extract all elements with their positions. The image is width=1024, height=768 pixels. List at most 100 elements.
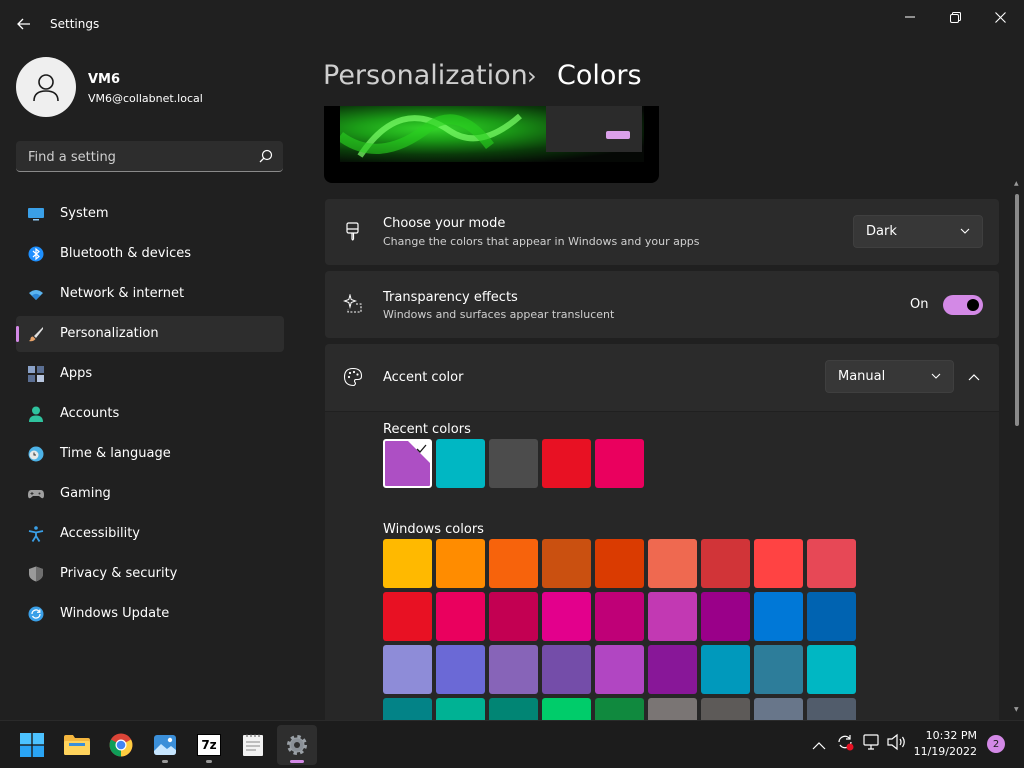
windows-color-swatch[interactable] [383,645,432,694]
transparency-title: Transparency effects [383,290,518,305]
paintbrush-icon [29,327,43,342]
breadcrumb-parent[interactable]: Personalization [323,60,528,91]
folder-icon [64,735,90,755]
taskbar-chrome[interactable] [101,725,141,765]
accent-dropdown[interactable]: Manual [825,360,954,393]
windows-color-swatch[interactable] [436,645,485,694]
accent-panel: Recent colors Windows colors [325,412,999,747]
windows-color-swatch[interactable] [383,592,432,641]
windows-color-swatch[interactable] [701,645,750,694]
taskbar-7zip[interactable]: 7z [189,725,229,765]
windows-color-swatch[interactable] [754,645,803,694]
minimize-button[interactable] [888,4,932,30]
taskbar-settings[interactable] [277,725,317,765]
windows-color-swatch[interactable] [542,592,591,641]
recent-color-swatch[interactable] [436,439,485,488]
sidebar-item-gaming[interactable]: Gaming [16,476,284,512]
content-scrollbar[interactable]: ▲ ▼ [1014,180,1020,718]
chevron-down-icon [931,373,941,379]
recent-colors-label: Recent colors [383,422,471,437]
network-tray-button[interactable] [862,733,880,755]
preview-accent-button [606,131,630,139]
sidebar-item-accessibility[interactable]: Accessibility [16,516,284,552]
sidebar-item-label: Network & internet [60,286,185,301]
sidebar-item-accounts[interactable]: Accounts [16,396,284,432]
windows-color-swatch[interactable] [648,539,697,588]
windows-color-swatch[interactable] [754,539,803,588]
windows-color-swatch[interactable] [383,539,432,588]
windows-color-swatch[interactable] [489,592,538,641]
windows-color-swatch[interactable] [807,539,856,588]
windows-color-swatch[interactable] [701,539,750,588]
windows-color-swatch[interactable] [595,645,644,694]
collapse-button[interactable] [961,364,987,390]
recent-color-swatch[interactable] [383,439,432,488]
restore-button[interactable] [933,4,977,30]
transparency-state-label: On [910,297,929,312]
sidebar-item-network[interactable]: Network & internet [16,276,284,312]
windows-color-swatch[interactable] [648,592,697,641]
taskbar-photos[interactable] [145,725,185,765]
search-icon[interactable] [259,149,273,163]
sidebar-item-system[interactable]: System [16,196,284,232]
scroll-up-icon[interactable]: ▲ [1014,180,1019,187]
mode-dropdown[interactable]: Dark [853,215,983,248]
windows-color-swatch[interactable] [489,539,538,588]
sidebar-item-label: Accessibility [60,526,140,541]
scroll-down-icon[interactable]: ▼ [1014,706,1019,713]
taskbar-start-button[interactable] [12,725,52,765]
windows-color-swatch[interactable] [436,539,485,588]
recent-color-swatch[interactable] [595,439,644,488]
7zip-icon: 7z [197,734,221,756]
recent-color-swatch[interactable] [542,439,591,488]
notification-badge[interactable]: 2 [987,735,1005,753]
windows-color-swatch[interactable] [807,645,856,694]
active-indicator [16,326,19,342]
page-title: Colors [557,60,642,91]
volume-tray-button[interactable] [887,733,907,755]
scroll-thumb[interactable] [1015,194,1019,426]
avatar[interactable] [16,57,76,117]
mode-title: Choose your mode [383,216,506,231]
recent-color-swatch[interactable] [489,439,538,488]
windows-color-swatch[interactable] [436,592,485,641]
accessibility-icon [28,526,44,542]
windows-color-swatch[interactable] [701,592,750,641]
show-hidden-icons-button[interactable] [812,736,826,755]
clock-date[interactable]: 11/19/2022 [914,745,977,758]
sidebar-item-label: Personalization [60,326,159,341]
search-input[interactable] [26,147,250,167]
taskbar-file-explorer[interactable] [57,725,97,765]
sidebar-item-privacy[interactable]: Privacy & security [16,556,284,592]
windows-color-swatch[interactable] [807,592,856,641]
clock-time[interactable]: 10:32 PM [926,729,977,742]
chevron-up-icon [968,374,980,381]
back-button[interactable] [10,10,38,38]
search-box[interactable] [16,141,283,172]
transparency-toggle[interactable] [943,295,983,315]
mode-card: Choose your mode Change the colors that … [325,199,999,265]
volume-icon [887,733,905,751]
user-email: VM6@collabnet.local [88,92,203,105]
windows-color-swatch[interactable] [648,645,697,694]
mode-dropdown-value: Dark [866,224,897,239]
sidebar-item-windows-update[interactable]: Windows Update [16,596,284,632]
close-button[interactable] [978,4,1022,30]
sidebar-item-apps[interactable]: Apps [16,356,284,392]
sidebar-item-personalization[interactable]: Personalization [16,316,284,352]
windows-color-swatch[interactable] [489,645,538,694]
accent-card: Accent color Manual [325,344,999,411]
sidebar-item-bluetooth[interactable]: Bluetooth & devices [16,236,284,272]
sync-tray-button[interactable] [836,733,854,755]
windows-color-swatch[interactable] [542,539,591,588]
taskbar-notepad[interactable] [233,725,273,765]
sidebar-item-time-language[interactable]: Time & language [16,436,284,472]
windows-color-swatch[interactable] [754,592,803,641]
person-icon [29,406,43,422]
windows-color-swatch[interactable] [595,539,644,588]
windows-color-swatch[interactable] [595,592,644,641]
mode-description: Change the colors that appear in Windows… [383,235,700,248]
update-icon [28,606,44,622]
windows-color-swatch[interactable] [542,645,591,694]
theme-preview [324,106,659,183]
